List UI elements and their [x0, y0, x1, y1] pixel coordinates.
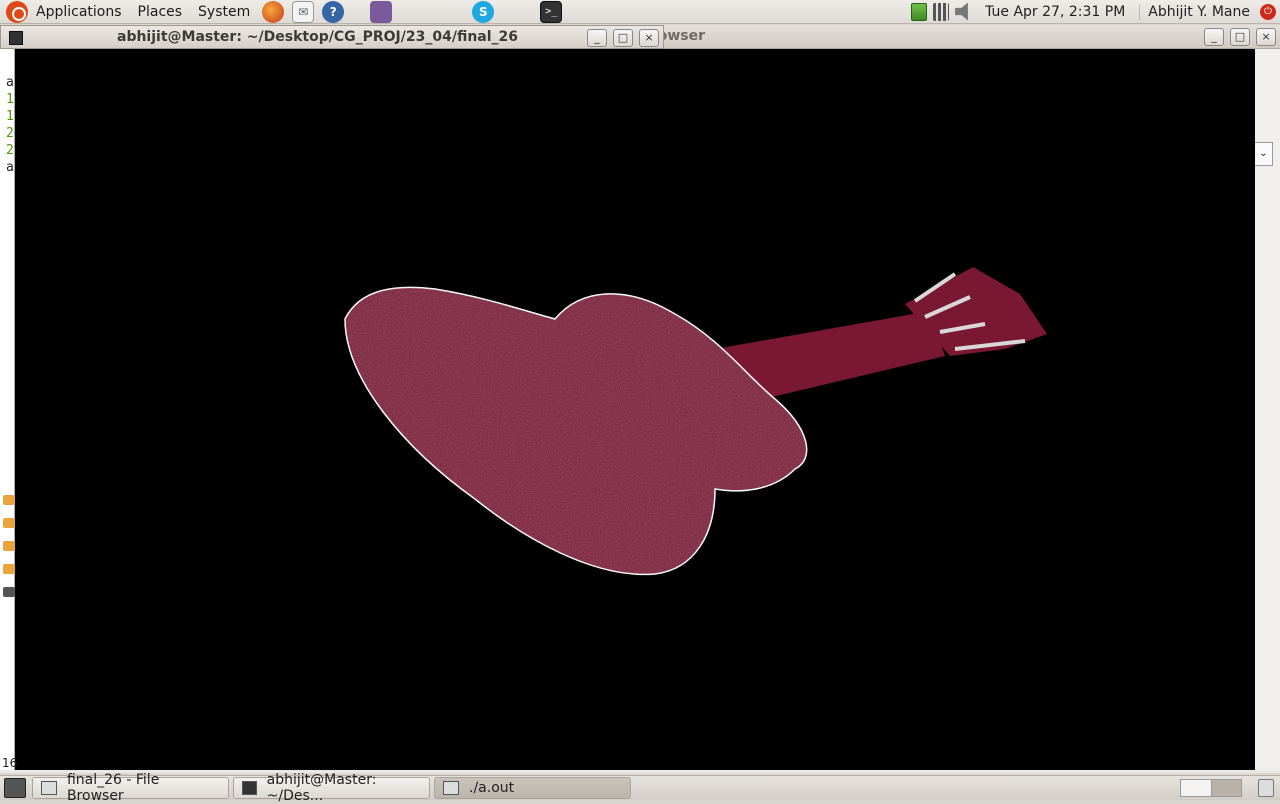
menu-system[interactable]: System — [190, 0, 258, 24]
workspace-switcher[interactable] — [1180, 779, 1242, 797]
terminal-minimize-button[interactable]: _ — [587, 29, 607, 47]
skype-launcher-icon[interactable]: S — [472, 0, 495, 23]
folder-icon[interactable] — [3, 518, 15, 528]
workspace-1[interactable] — [1181, 780, 1212, 796]
location-dropdown[interactable]: ⌄ — [1255, 142, 1273, 166]
system-tray: Tue Apr 27, 2:31 PM Abhijit Y. Mane ⏻ — [911, 0, 1280, 24]
terminal-status-fragment: 16 — [2, 756, 18, 770]
terminal-title: abhijit@Master: ~/Desktop/CG_PROJ/23_04/… — [117, 29, 519, 45]
folder-icon[interactable] — [3, 495, 15, 505]
bottom-panel: final_26 - File Browser abhijit@Master: … — [0, 772, 1280, 804]
terminal-close-button[interactable]: × — [639, 29, 659, 47]
menu-applications[interactable]: Applications — [28, 0, 130, 24]
window-icon — [443, 781, 459, 795]
taskbar-item-label: ./a.out — [469, 780, 515, 796]
close-button[interactable]: × — [1256, 28, 1276, 46]
app-launcher-icon[interactable] — [370, 0, 393, 23]
show-desktop-icon[interactable] — [4, 778, 26, 798]
volume-icon[interactable] — [955, 2, 968, 21]
terminal-line: 1 — [6, 92, 14, 107]
guitar-body-texture — [345, 287, 807, 575]
terminal-maximize-button[interactable]: □ — [613, 29, 633, 47]
terminal-line: 2 — [6, 143, 14, 158]
user-menu[interactable]: Abhijit Y. Mane — [1139, 3, 1250, 20]
folder-icon[interactable] — [3, 564, 15, 574]
taskbar-item-file-browser[interactable]: final_26 - File Browser — [32, 772, 229, 804]
opengl-render-area[interactable] — [15, 49, 1255, 770]
terminal-left-edge: a 1 1 2 2 a — [0, 49, 15, 770]
terminal-launcher-icon[interactable]: >_ — [540, 0, 563, 23]
top-panel: Applications Places System ✉ ? S >_ Tue … — [0, 0, 1280, 24]
minimize-button[interactable]: _ — [1204, 28, 1224, 46]
firefox-launcher-icon[interactable] — [262, 0, 285, 23]
terminal-line: a — [6, 75, 14, 90]
folder-icon[interactable] — [3, 541, 15, 551]
terminal-line: 1 — [6, 109, 14, 124]
terminal-line: 2 — [6, 126, 14, 141]
taskbar-item-label: abhijit@Master: ~/Des... — [266, 772, 377, 804]
taskbar-item-label: final_26 - File Browser — [66, 772, 160, 804]
file-browser-icon — [41, 781, 57, 795]
menu-places[interactable]: Places — [130, 0, 191, 24]
terminal-window-icon — [9, 31, 23, 45]
clock[interactable]: Tue Apr 27, 2:31 PM — [977, 4, 1133, 20]
battery-icon[interactable] — [911, 2, 928, 21]
guitar-render — [344, 267, 1047, 576]
taskbar-item-aout[interactable]: ./a.out — [434, 777, 631, 799]
trash-icon[interactable] — [1258, 779, 1274, 797]
help-launcher-icon[interactable]: ? — [322, 0, 345, 23]
power-icon[interactable]: ⏻ — [1260, 3, 1276, 20]
taskbar-item-terminal[interactable]: abhijit@Master: ~/Des... — [233, 772, 430, 804]
terminal-titlebar[interactable]: abhijit@Master: ~/Desktop/CG_PROJ/23_04/… — [0, 25, 664, 49]
maximize-button[interactable]: □ — [1230, 28, 1250, 46]
mail-launcher-icon[interactable]: ✉ — [292, 0, 315, 23]
workspace-2[interactable] — [1211, 780, 1241, 796]
network-icon[interactable] — [933, 2, 950, 21]
terminal-icon — [242, 781, 257, 795]
file-icon[interactable] — [3, 587, 15, 597]
terminal-line: a — [6, 160, 14, 175]
ubuntu-logo-icon[interactable] — [6, 0, 28, 23]
